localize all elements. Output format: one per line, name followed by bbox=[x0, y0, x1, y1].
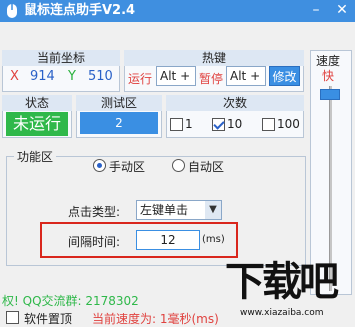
run-hotkey-input[interactable]: Alt + bbox=[156, 66, 196, 86]
hotkey-header: 热键 bbox=[124, 50, 304, 66]
click-type-label: 点击类型: bbox=[68, 205, 121, 219]
times-header: 次数 bbox=[166, 95, 304, 111]
times-option-10-label: 10 bbox=[227, 117, 243, 131]
auto-label: 自动区 bbox=[188, 160, 225, 174]
watermark-logo: 下载吧 bbox=[225, 259, 339, 305]
status-header: 状态 bbox=[2, 95, 72, 111]
current-speed-text: 当前速度为: 1毫秒(ms) bbox=[92, 312, 219, 326]
pause-hotkey-label: 暂停 bbox=[199, 72, 224, 86]
manual-radio[interactable] bbox=[93, 159, 106, 172]
pin-label: 软件置顶 bbox=[24, 312, 73, 326]
times-option-100-label: 100 bbox=[277, 117, 300, 131]
times-option-1-label: 1 bbox=[185, 117, 193, 131]
test-area[interactable]: 2 bbox=[80, 112, 158, 134]
watermark-url: www.xiazaiba.com bbox=[240, 308, 324, 318]
pin-checkbox[interactable] bbox=[6, 311, 19, 324]
click-type-value: 左键单击 bbox=[140, 203, 189, 217]
minimize-button[interactable]: – bbox=[304, 0, 328, 22]
mouse-icon bbox=[7, 4, 17, 18]
speed-slider-thumb[interactable] bbox=[320, 89, 340, 100]
interval-label: 间隔时间: bbox=[68, 235, 121, 249]
test-header: 测试区 bbox=[76, 95, 162, 111]
modify-hotkey-button[interactable]: 修改 bbox=[269, 66, 300, 86]
interval-input[interactable]: 12 bbox=[136, 230, 200, 250]
window-title: 鼠标连点助手V2.4 bbox=[24, 3, 136, 18]
manual-label: 手动区 bbox=[109, 160, 146, 174]
x-value: 914 bbox=[30, 69, 55, 84]
times-checkbox-1[interactable] bbox=[170, 118, 183, 131]
function-legend: 功能区 bbox=[14, 148, 57, 165]
chevron-down-icon[interactable]: ▼ bbox=[205, 201, 221, 219]
times-checkbox-10[interactable] bbox=[212, 118, 225, 131]
auto-radio[interactable] bbox=[172, 159, 185, 172]
run-hotkey-label: 运行 bbox=[128, 72, 153, 86]
pause-hotkey-input[interactable]: Alt + bbox=[226, 66, 266, 86]
coords-header: 当前坐标 bbox=[2, 50, 120, 66]
x-label: X bbox=[10, 69, 19, 84]
status-badge: 未运行 bbox=[6, 112, 68, 136]
times-checkbox-100[interactable] bbox=[262, 118, 275, 131]
interval-unit: (ms) bbox=[202, 234, 225, 245]
qq-group-text: 权! QQ交流群: 2178302 bbox=[2, 294, 139, 308]
speed-value: 快 bbox=[322, 69, 335, 83]
y-value: 510 bbox=[88, 69, 113, 84]
close-button[interactable]: ✕ bbox=[330, 0, 354, 22]
y-label: Y bbox=[68, 69, 76, 84]
